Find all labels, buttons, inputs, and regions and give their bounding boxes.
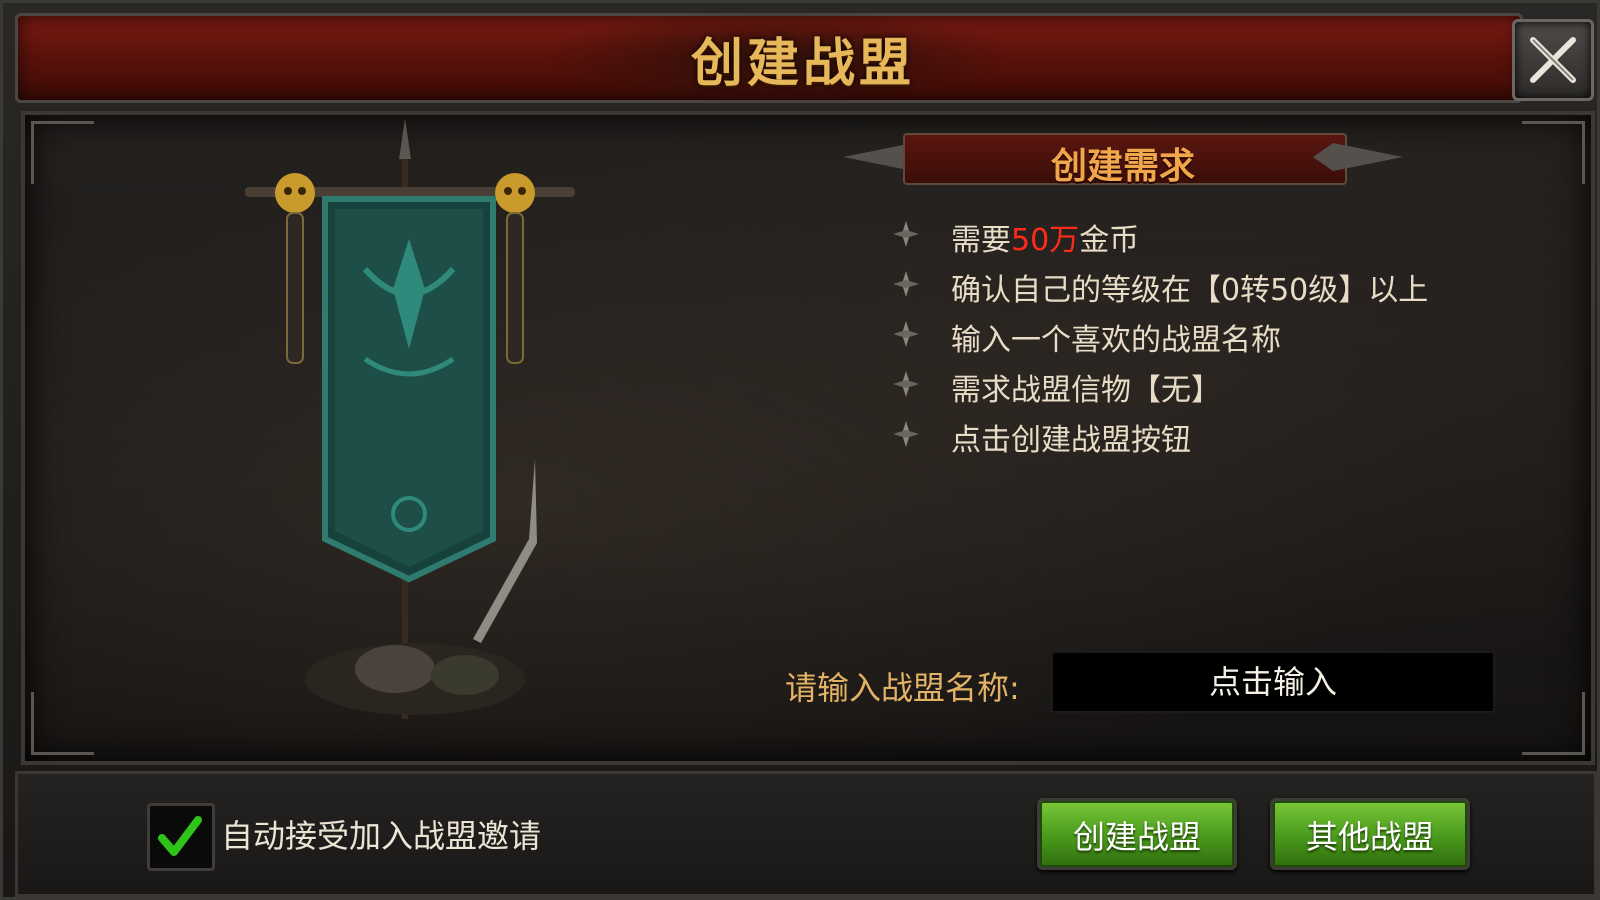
requirement-text: 需要50万金币 [951,223,1140,258]
create-guild-button[interactable]: 创建战盟 [1037,798,1237,870]
diamond-bullet-icon [893,321,919,347]
frame-corner [1522,692,1585,755]
other-guilds-button[interactable]: 其他战盟 [1270,798,1470,870]
guild-create-window: 创建战盟 创建需求 需要50万金币 确认自己的等级在【0转50级】以上 输入一个… [0,0,1600,900]
requirements-header: 创建需求 [843,133,1403,187]
frame-corner [31,121,94,184]
frame-corner [31,692,94,755]
guild-name-label: 请输入战盟名称: [785,669,1020,707]
close-icon [1530,37,1576,83]
auto-accept-label: 自动接受加入战盟邀请 [221,817,542,855]
window-title: 创建战盟 [690,34,915,94]
diamond-bullet-icon [893,271,919,297]
requirement-text: 需求战盟信物【无】 [951,373,1221,408]
requirements-title: 创建需求 [1050,146,1195,187]
diamond-bullet-icon [893,371,919,397]
close-button[interactable] [1512,19,1594,101]
guild-name-input[interactable] [1051,651,1495,713]
gold-amount-highlight: 50万 [1011,223,1080,258]
requirement-text: 点击创建战盟按钮 [951,423,1191,458]
diamond-bullet-icon [893,221,919,247]
frame-corner [1522,121,1585,184]
requirement-text: 输入一个喜欢的战盟名称 [951,323,1281,358]
guild-banner-illustration [245,119,575,719]
auto-accept-checkbox[interactable] [147,803,215,871]
checkmark-icon [158,816,202,856]
requirement-text: 确认自己的等级在【0转50级】以上 [951,273,1429,308]
diamond-bullet-icon [893,421,919,447]
